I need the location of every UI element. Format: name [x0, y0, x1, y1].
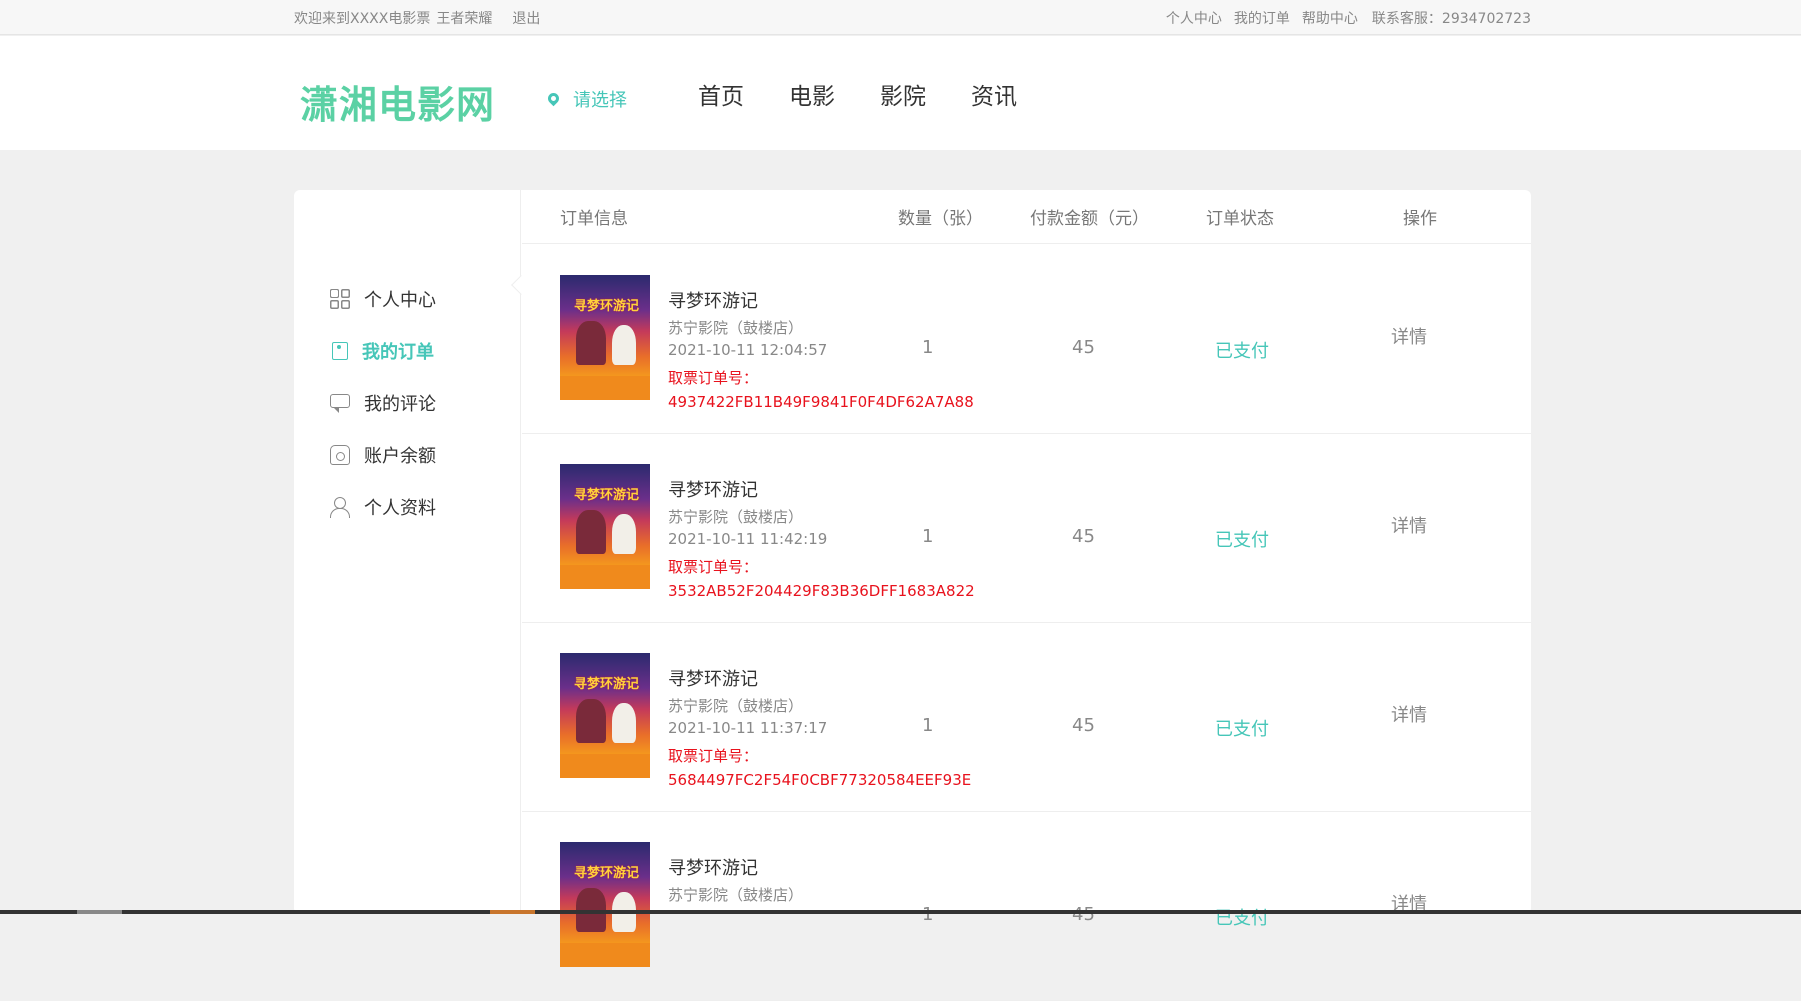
ticket-label: 取票订单号：	[668, 747, 759, 765]
poster-band	[560, 754, 650, 778]
nav-movies[interactable]: 电影	[789, 77, 835, 111]
poster-band	[560, 565, 650, 589]
location-pin-icon	[545, 90, 562, 107]
ticket-code: 4937422FB11B49F9841F0F4DF62A7A88	[668, 393, 974, 411]
movie-title[interactable]: 寻梦环游记	[668, 665, 758, 691]
username[interactable]: 王者荣耀	[436, 11, 492, 27]
nav-cinemas[interactable]: 影院	[880, 77, 926, 111]
top-link-my-orders[interactable]: 我的订单	[1234, 11, 1290, 27]
wallet-icon	[330, 445, 350, 465]
sidebar-item-my-orders[interactable]: 我的订单	[330, 336, 434, 366]
top-link-personal-center[interactable]: 个人中心	[1166, 11, 1222, 27]
detail-link[interactable]: 详情	[1391, 323, 1427, 349]
amount: 45	[1072, 904, 1095, 925]
poster-figure	[612, 703, 636, 743]
poster-figure	[612, 514, 636, 554]
amount: 45	[1072, 715, 1095, 736]
poster-band	[560, 376, 650, 400]
grid-icon	[330, 289, 350, 309]
cinema-name: 苏宁影院（鼓楼店）	[668, 319, 804, 337]
status-badge: 已支付	[1215, 908, 1269, 929]
order-time: 2021-10-11 12:04:57	[668, 341, 828, 359]
poster-title: 寻梦环游记	[574, 677, 640, 692]
table-row: 寻梦环游记 寻梦环游记 苏宁影院（鼓楼店） 2021-10-11 12:04:5…	[522, 245, 1531, 434]
amount: 45	[1072, 526, 1095, 547]
welcome-text: 欢迎来到XXXX电影票	[294, 11, 431, 27]
nav-home[interactable]: 首页	[698, 77, 744, 111]
poster-title: 寻梦环游记	[574, 299, 640, 314]
movie-poster[interactable]: 寻梦环游记	[560, 275, 650, 400]
content-panel: 个人中心 我的订单 我的评论 账户余额 个人资料 订单信息 数量（张） 付款金额…	[294, 190, 1531, 1001]
top-link-help-center[interactable]: 帮助中心	[1302, 11, 1358, 27]
header-order-info: 订单信息	[560, 209, 628, 229]
movie-poster[interactable]: 寻梦环游记	[560, 464, 650, 589]
amount: 45	[1072, 337, 1095, 358]
header-quantity: 数量（张）	[898, 209, 983, 229]
quantity: 1	[922, 904, 934, 925]
movie-title[interactable]: 寻梦环游记	[668, 287, 758, 313]
sidebar-item-my-comments[interactable]: 我的评论	[330, 388, 436, 418]
order-time: 2021-10-11 11:37:17	[668, 719, 828, 737]
poster-figure	[612, 325, 636, 365]
sidebar-item-label: 个人中心	[364, 290, 436, 311]
movie-poster[interactable]: 寻梦环游记	[560, 653, 650, 778]
sidebar-item-label: 个人资料	[364, 498, 436, 519]
cinema-name: 苏宁影院（鼓楼店）	[668, 886, 804, 904]
poster-band	[560, 943, 650, 967]
sidebar-item-label: 账户余额	[364, 446, 436, 467]
status-badge: 已支付	[1215, 341, 1269, 362]
chat-icon	[330, 394, 350, 413]
detail-link[interactable]: 详情	[1391, 512, 1427, 538]
table-row: 寻梦环游记 寻梦环游记 苏宁影院（鼓楼店） 2021-10-11 11:42:1…	[522, 434, 1531, 623]
top-bar: 欢迎来到XXXX电影票 王者荣耀 退出 个人中心 我的订单 帮助中心 联系客服：29347…	[0, 0, 1801, 35]
movie-title[interactable]: 寻梦环游记	[668, 476, 758, 502]
sidebar-item-balance[interactable]: 账户余额	[330, 440, 436, 470]
status-badge: 已支付	[1215, 530, 1269, 551]
location-selector[interactable]: 请选择	[545, 86, 627, 112]
movie-poster[interactable]: 寻梦环游记	[560, 842, 650, 967]
nav-news[interactable]: 资讯	[971, 77, 1017, 111]
header: 潇湘电影网 请选择 首页 电影 影院 资讯	[0, 36, 1801, 150]
location-label: 请选择	[573, 90, 627, 111]
ticket-label: 取票订单号：	[668, 369, 759, 387]
header-action: 操作	[1403, 209, 1437, 229]
sidebar-item-personal-center[interactable]: 个人中心	[330, 284, 436, 314]
detail-link[interactable]: 详情	[1391, 701, 1427, 727]
poster-figure	[576, 321, 606, 365]
top-links: 个人中心 我的订单 帮助中心 联系客服：2934702723	[1154, 8, 1531, 28]
table-row: 寻梦环游记 寻梦环游记 苏宁影院（鼓楼店） 2021-10-11 11:37:1…	[522, 623, 1531, 812]
sidebar-item-profile[interactable]: 个人资料	[330, 492, 436, 522]
poster-figure	[576, 510, 606, 554]
orders-table-header: 订单信息 数量（张） 付款金额（元） 订单状态 操作	[522, 190, 1531, 244]
site-logo[interactable]: 潇湘电影网	[300, 74, 495, 129]
quantity: 1	[922, 526, 934, 547]
poster-title: 寻梦环游记	[574, 488, 640, 503]
poster-title: 寻梦环游记	[574, 866, 640, 881]
header-amount: 付款金额（元）	[1030, 209, 1149, 229]
user-icon	[330, 497, 350, 518]
quantity: 1	[922, 337, 934, 358]
sidebar: 个人中心 我的订单 我的评论 账户余额 个人资料	[294, 190, 521, 914]
ticket-label: 取票订单号：	[668, 558, 759, 576]
ticket-code: 5684497FC2F54F0CBF77320584EEF93E	[668, 771, 972, 789]
ticket-code: 3532AB52F204429F83B36DFF1683A822	[668, 582, 975, 600]
contact-service: 联系客服：2934702723	[1371, 11, 1531, 27]
table-row: 寻梦环游记 寻梦环游记 苏宁影院（鼓楼店） 1 45 已支付 详情	[522, 812, 1531, 1001]
status-badge: 已支付	[1215, 719, 1269, 740]
welcome-area: 欢迎来到XXXX电影票 王者荣耀 退出	[294, 8, 546, 28]
order-time: 2021-10-11 11:42:19	[668, 530, 828, 548]
poster-figure	[576, 699, 606, 743]
header-status: 订单状态	[1206, 209, 1274, 229]
main-nav: 首页 电影 影院 资讯	[698, 77, 1062, 111]
sidebar-item-label: 我的评论	[364, 394, 436, 415]
tag-icon	[332, 342, 348, 360]
cinema-name: 苏宁影院（鼓楼店）	[668, 508, 804, 526]
movie-title[interactable]: 寻梦环游记	[668, 854, 758, 880]
sidebar-item-label: 我的订单	[362, 342, 434, 363]
quantity: 1	[922, 715, 934, 736]
horizontal-scrollbar[interactable]	[0, 910, 1801, 914]
logout-link[interactable]: 退出	[512, 11, 540, 27]
cinema-name: 苏宁影院（鼓楼店）	[668, 697, 804, 715]
